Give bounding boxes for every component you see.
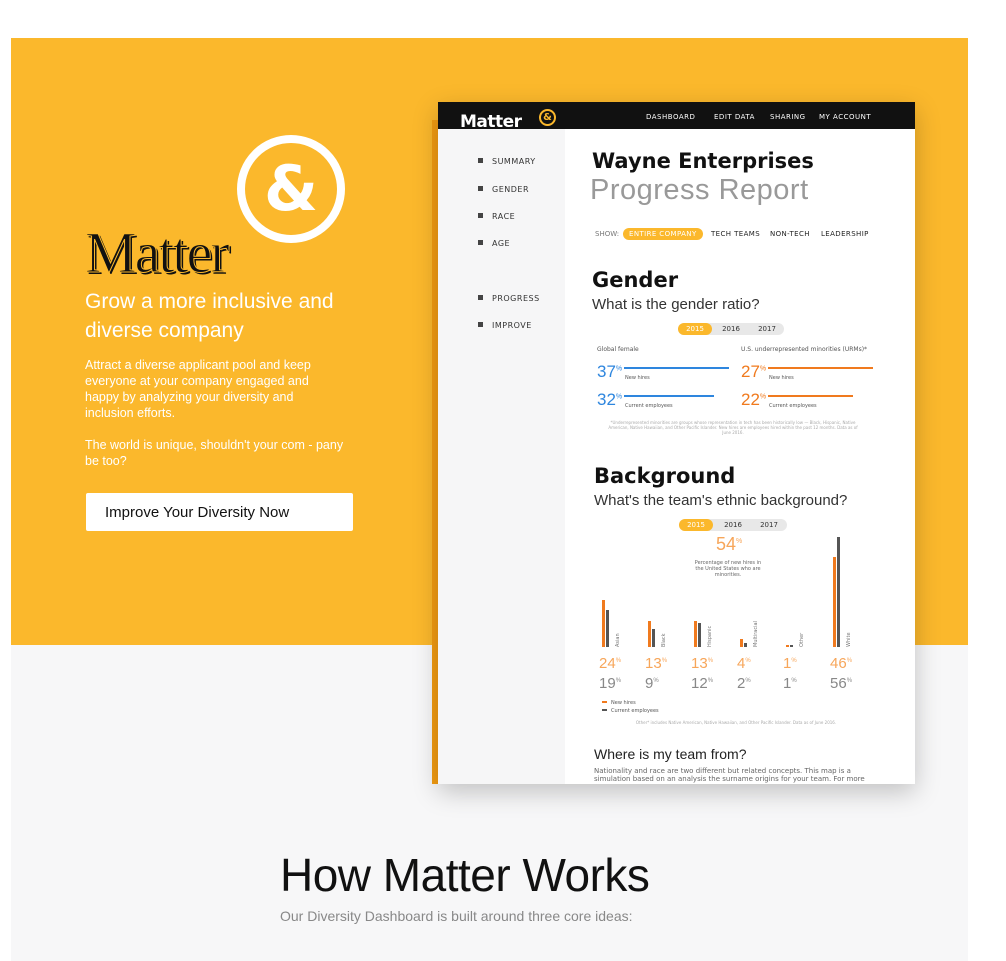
- company-name: Wayne Enterprises: [592, 149, 814, 173]
- how-it-works-subtitle: Our Diversity Dashboard is built around …: [280, 908, 633, 924]
- pct-new-hires-black: 13%: [645, 655, 668, 672]
- pct-current-black: 9%: [645, 675, 659, 692]
- female-current-value: 32%: [597, 390, 623, 409]
- background-year-2015[interactable]: 2015: [679, 519, 713, 531]
- report-title: Progress Report: [590, 174, 809, 206]
- background-year-2017[interactable]: 2017: [752, 519, 786, 531]
- minority-hires-caption: Percentage of new hires in the United St…: [694, 560, 762, 578]
- pct-new-hires-multiracial: 4%: [737, 655, 751, 672]
- background-year-selector: 2015 2016 2017: [679, 519, 787, 531]
- bar-current-other: [790, 645, 793, 647]
- background-year-2016[interactable]: 2016: [716, 519, 750, 531]
- female-new-hires-line: [624, 367, 729, 369]
- legend-new-hires: New hires: [602, 700, 636, 706]
- bar-new-hires-multiracial: [740, 639, 743, 647]
- mockup-sidebar: SUMMARY GENDER RACE AGE PROGRESS IMPROVE: [438, 129, 565, 784]
- hero-tagline: Grow a more inclusive and diverse compan…: [85, 290, 334, 342]
- bar-current-white: [837, 537, 840, 647]
- ampersand-logo-icon: &: [237, 135, 345, 243]
- sidebar-item-race[interactable]: RACE: [478, 212, 515, 221]
- where-description: Nationality and race are two different b…: [594, 767, 865, 784]
- bar-new-hires-other: [786, 645, 789, 647]
- bar-label-asian: Asian: [615, 633, 621, 647]
- gender-question: What is the gender ratio?: [592, 296, 760, 313]
- bar-new-hires-hispanic: [694, 621, 697, 647]
- nav-my-account[interactable]: MY ACCOUNT: [819, 113, 871, 121]
- pct-current-white: 56%: [830, 675, 853, 692]
- bar-new-hires-white: [833, 556, 836, 647]
- brand-name: Matter: [85, 220, 231, 286]
- bar-current-hispanic: [698, 623, 701, 647]
- nav-edit-data[interactable]: EDIT DATA: [714, 113, 755, 121]
- bar-label-multiracial: Multiracial: [753, 621, 759, 647]
- bar-label-white: White: [846, 632, 852, 647]
- improve-diversity-button[interactable]: Improve Your Diversity Now: [86, 493, 353, 531]
- urm-current-line: [768, 395, 853, 397]
- bar-new-hires-black: [648, 621, 651, 647]
- sidebar-item-age[interactable]: AGE: [478, 239, 510, 248]
- female-current-line: [624, 395, 714, 397]
- hero-description-secondary: The world is unique, shouldn't your com …: [85, 438, 344, 468]
- gender-heading: Gender: [592, 268, 679, 292]
- urm-current-value: 22%: [741, 390, 767, 409]
- filter-entire-company[interactable]: ENTIRE COMPANY: [623, 228, 703, 240]
- urm-current-label: Current employees: [769, 403, 817, 409]
- show-label: SHOW:: [595, 230, 620, 238]
- mockup-navbar: Matter & DASHBOARD EDIT DATA SHARING MY …: [438, 102, 915, 132]
- pct-current-asian: 19%: [599, 675, 622, 692]
- urm-new-hires-line: [768, 367, 873, 369]
- bar-label-hispanic: Hispanic: [707, 625, 713, 647]
- urm-new-hires-value: 27%: [741, 362, 767, 381]
- global-female-label: Global female: [597, 346, 639, 353]
- brand-logo: & Matter: [85, 135, 355, 286]
- bar-current-black: [652, 629, 655, 647]
- nav-dashboard[interactable]: DASHBOARD: [646, 113, 695, 121]
- sidebar-item-gender[interactable]: GENDER: [478, 185, 529, 194]
- legend-current-employees: Current employees: [602, 708, 659, 714]
- filter-non-tech[interactable]: NON-TECH: [764, 228, 816, 240]
- bar-current-multiracial: [744, 643, 747, 647]
- filter-tech-teams[interactable]: TECH TEAMS: [705, 228, 766, 240]
- gender-year-2017[interactable]: 2017: [750, 323, 784, 335]
- pct-new-hires-other: 1%: [783, 655, 797, 672]
- female-new-hires-value: 37%: [597, 362, 623, 381]
- pct-new-hires-asian: 24%: [599, 655, 622, 672]
- sidebar-item-improve[interactable]: IMPROVE: [478, 321, 532, 330]
- mockup-ampersand-icon: &: [539, 109, 556, 126]
- bar-new-hires-asian: [602, 599, 605, 647]
- bar-label-black: Black: [661, 633, 667, 647]
- sidebar-item-progress[interactable]: PROGRESS: [478, 294, 540, 303]
- bar-label-other: Other: [799, 632, 805, 647]
- gender-footnote: *Underrepresented minorities are groups …: [608, 420, 858, 435]
- pct-new-hires-hispanic: 13%: [691, 655, 714, 672]
- gender-year-selector: 2015 2016 2017: [678, 323, 784, 335]
- pct-current-hispanic: 12%: [691, 675, 714, 692]
- pct-current-multiracial: 2%: [737, 675, 751, 692]
- background-footnote: Other* includes Native American, Native …: [635, 720, 837, 725]
- female-current-label: Current employees: [625, 403, 673, 409]
- hero-description: Attract a diverse applicant pool and kee…: [85, 358, 311, 420]
- background-question: What's the team's ethnic background?: [594, 492, 848, 509]
- urm-label: U.S. underrepresented minorities (URMs)*: [741, 346, 868, 353]
- nav-sharing[interactable]: SHARING: [770, 113, 806, 121]
- where-heading: Where is my team from?: [594, 746, 747, 762]
- gender-year-2016[interactable]: 2016: [714, 323, 748, 335]
- dashboard-mockup: Matter & DASHBOARD EDIT DATA SHARING MY …: [438, 102, 915, 784]
- gender-year-2015[interactable]: 2015: [678, 323, 712, 335]
- filter-leadership[interactable]: LEADERSHIP: [815, 228, 875, 240]
- how-it-works-title: How Matter Works: [280, 849, 650, 901]
- female-new-hires-label: New hires: [625, 375, 650, 381]
- background-heading: Background: [594, 464, 736, 488]
- urm-new-hires-label: New hires: [769, 375, 794, 381]
- pct-new-hires-white: 46%: [830, 655, 853, 672]
- bar-current-asian: [606, 609, 609, 647]
- sidebar-item-summary[interactable]: SUMMARY: [478, 157, 536, 166]
- minority-hires-value: 54%: [716, 534, 743, 554]
- pct-current-other: 1%: [783, 675, 797, 692]
